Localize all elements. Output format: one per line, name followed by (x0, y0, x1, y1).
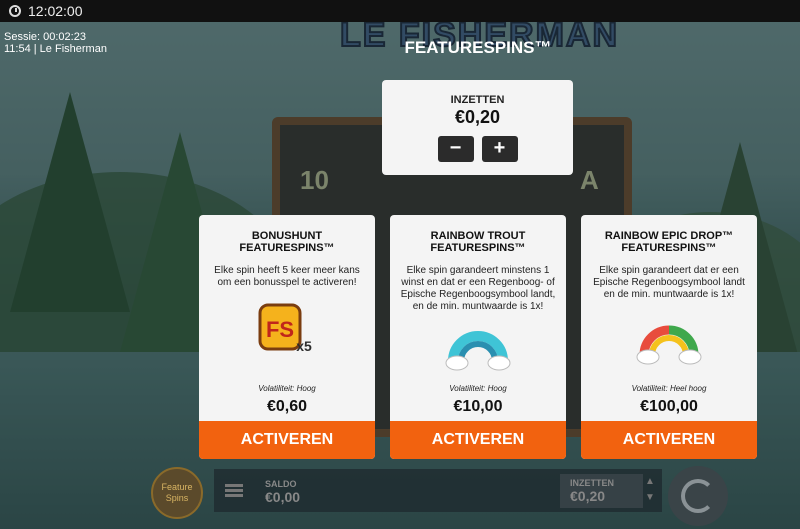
card-rainbow-epic-drop: RAINBOW EPIC DROP™ FEATURESPINS™ Elke sp… (581, 215, 757, 459)
bet-display-label: INZETTEN (570, 478, 614, 488)
balance-display: SALDO €0,00 (265, 479, 300, 505)
increase-bet-button[interactable]: + (481, 136, 518, 162)
card-title: RAINBOW EPIC DROP™ (604, 230, 734, 242)
activate-button[interactable]: ACTIVEREN (199, 421, 375, 459)
card-description: Elke spin heeft 5 keer meer kans om een … (214, 265, 360, 288)
activate-button[interactable]: ACTIVEREN (390, 421, 566, 459)
menu-icon[interactable] (225, 484, 243, 498)
status-bar: 12:02:00 (0, 0, 800, 22)
decrease-bet-button[interactable]: − (437, 136, 474, 162)
chevron-down-icon[interactable]: ▼ (645, 490, 655, 506)
feature-spins-button[interactable]: Feature Spins (151, 467, 203, 519)
card-subtitle: FEATURESPINS™ (430, 242, 526, 254)
bet-panel: INZETTEN €0,20 − + (382, 80, 573, 175)
card-price: €0,60 (266, 398, 308, 415)
chevron-up-icon[interactable]: ▲ (645, 474, 655, 490)
activate-button[interactable]: ACTIVEREN (581, 421, 757, 459)
balance-value: €0,00 (265, 489, 301, 505)
fs-x5-icon: FS x5 (252, 301, 322, 359)
card-volatility: Volatiliteit: Heel hoog (631, 384, 707, 393)
spin-button[interactable] (668, 466, 728, 526)
card-description: Elke spin garandeert dat er een Epische … (593, 265, 745, 300)
card-title: RAINBOW TROUT (430, 230, 526, 242)
bet-display-value: €0,20 (570, 488, 606, 504)
card-description: Elke spin garandeert minstens 1 winst en… (400, 265, 556, 312)
bet-display: INZETTEN €0,20 (560, 474, 643, 508)
card-price: €10,00 (453, 398, 503, 415)
card-volatility: Volatiliteit: Hoog (449, 384, 507, 393)
card-title: BONUSHUNT (251, 230, 323, 242)
status-time: 12:02:00 (28, 3, 83, 19)
card-volatility: Volatiliteit: Hoog (258, 384, 316, 393)
card-subtitle: FEATURESPINS™ (239, 242, 335, 254)
balance-label: SALDO (265, 479, 297, 489)
svg-text:FS: FS (266, 317, 294, 342)
card-price: €100,00 (640, 398, 698, 415)
card-subtitle: FEATURESPINS™ (621, 242, 717, 254)
card-rainbow-trout: RAINBOW TROUT FEATURESPINS™ Elke spin ga… (390, 215, 566, 459)
card-bonushunt: BONUSHUNT FEATURESPINS™ Elke spin heeft … (199, 215, 375, 459)
rainbow-icon (443, 319, 513, 377)
svg-text:x5: x5 (296, 338, 312, 354)
bet-value: €0,20 (454, 107, 501, 127)
clock-icon (9, 5, 21, 17)
bet-label: INZETTEN (450, 94, 505, 106)
epic-rainbow-icon (634, 313, 704, 371)
bet-arrows[interactable]: ▲ ▼ (645, 474, 655, 506)
featurespins-title: FEATURESPINS™ (404, 38, 552, 57)
